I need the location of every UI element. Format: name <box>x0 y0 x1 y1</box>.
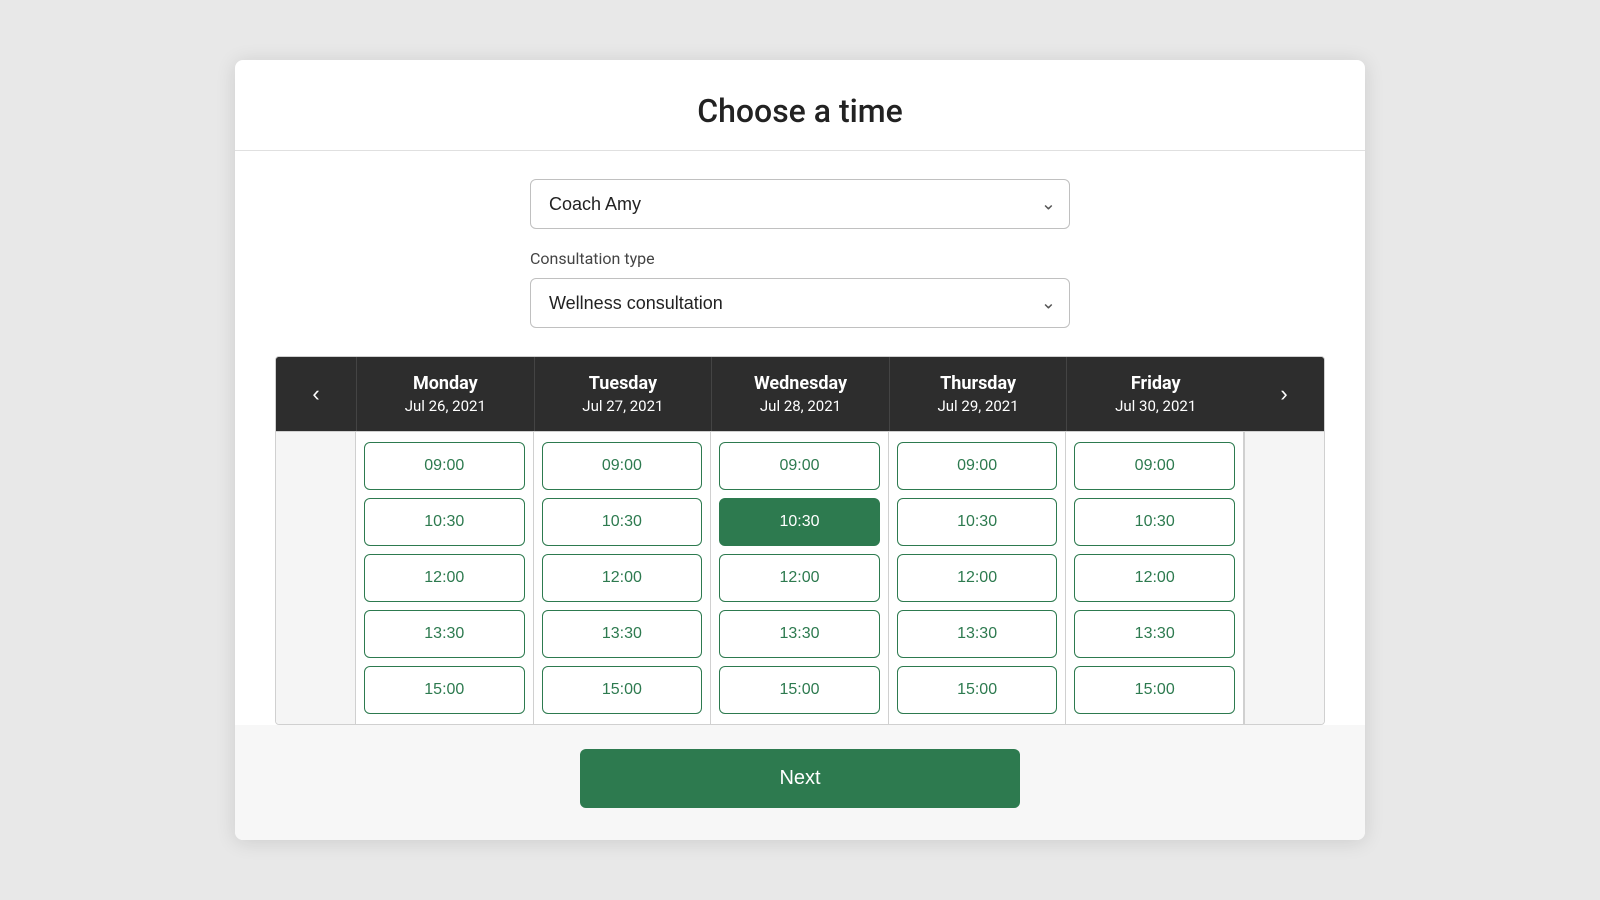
calendar-body: 09:00 10:30 12:00 13:30 15:00 09:00 10:3… <box>276 431 1324 724</box>
coach-selector-wrapper: Coach Amy Coach Bob Coach Carol ⌄ <box>275 179 1325 229</box>
calendar-wrapper: ‹ Monday Jul 26, 2021 Tuesday Jul 27, 20… <box>275 356 1325 725</box>
monday-times: 09:00 10:30 12:00 13:30 15:00 <box>356 432 534 724</box>
time-slot-tue-0900[interactable]: 09:00 <box>542 442 703 490</box>
time-slot-fri-0900[interactable]: 09:00 <box>1074 442 1235 490</box>
calendar-next-button[interactable]: › <box>1244 357 1324 431</box>
calendar-right-spacer <box>1244 432 1324 724</box>
time-slot-mon-1500[interactable]: 15:00 <box>364 666 525 714</box>
time-slot-mon-1200[interactable]: 12:00 <box>364 554 525 602</box>
calendar-day-wednesday: Wednesday Jul 28, 2021 <box>711 357 889 431</box>
page-title: Choose a time <box>275 92 1325 130</box>
time-slot-tue-1330[interactable]: 13:30 <box>542 610 703 658</box>
calendar-day-monday: Monday Jul 26, 2021 <box>356 357 534 431</box>
consultation-dropdown: Wellness consultation Nutrition consulta… <box>530 278 1070 328</box>
time-slot-mon-0900[interactable]: 09:00 <box>364 442 525 490</box>
time-slot-fri-1330[interactable]: 13:30 <box>1074 610 1235 658</box>
coach-dropdown: Coach Amy Coach Bob Coach Carol ⌄ <box>530 179 1070 229</box>
consultation-select[interactable]: Wellness consultation Nutrition consulta… <box>530 278 1070 328</box>
thursday-times: 09:00 10:30 12:00 13:30 15:00 <box>889 432 1067 724</box>
calendar-header: ‹ Monday Jul 26, 2021 Tuesday Jul 27, 20… <box>276 357 1324 431</box>
time-slot-thu-1330[interactable]: 13:30 <box>897 610 1058 658</box>
modal-body: Coach Amy Coach Bob Coach Carol ⌄ Consul… <box>235 151 1365 725</box>
time-slot-mon-1330[interactable]: 13:30 <box>364 610 525 658</box>
time-slot-wed-1500[interactable]: 15:00 <box>719 666 880 714</box>
time-slot-wed-1330[interactable]: 13:30 <box>719 610 880 658</box>
time-slot-fri-1030[interactable]: 10:30 <box>1074 498 1235 546</box>
time-slot-thu-0900[interactable]: 09:00 <box>897 442 1058 490</box>
time-slot-thu-1030[interactable]: 10:30 <box>897 498 1058 546</box>
modal-header: Choose a time <box>235 60 1365 151</box>
modal-container: Choose a time Coach Amy Coach Bob Coach … <box>235 60 1365 840</box>
consultation-type-section: Consultation type Wellness consultation … <box>275 249 1325 328</box>
time-slot-wed-1030[interactable]: 10:30 <box>719 498 880 546</box>
tuesday-times: 09:00 10:30 12:00 13:30 15:00 <box>534 432 712 724</box>
time-slot-wed-0900[interactable]: 09:00 <box>719 442 880 490</box>
time-slot-thu-1200[interactable]: 12:00 <box>897 554 1058 602</box>
consultation-type-label: Consultation type <box>530 249 655 268</box>
coach-select[interactable]: Coach Amy Coach Bob Coach Carol <box>530 179 1070 229</box>
time-slot-tue-1500[interactable]: 15:00 <box>542 666 703 714</box>
time-slot-mon-1030[interactable]: 10:30 <box>364 498 525 546</box>
time-slot-fri-1200[interactable]: 12:00 <box>1074 554 1235 602</box>
calendar-left-spacer <box>276 432 356 724</box>
calendar-day-friday: Friday Jul 30, 2021 <box>1066 357 1244 431</box>
time-slot-fri-1500[interactable]: 15:00 <box>1074 666 1235 714</box>
time-slot-tue-1030[interactable]: 10:30 <box>542 498 703 546</box>
time-slot-wed-1200[interactable]: 12:00 <box>719 554 880 602</box>
calendar-day-tuesday: Tuesday Jul 27, 2021 <box>534 357 712 431</box>
friday-times: 09:00 10:30 12:00 13:30 15:00 <box>1066 432 1244 724</box>
next-button[interactable]: Next <box>580 749 1020 808</box>
calendar-day-thursday: Thursday Jul 29, 2021 <box>889 357 1067 431</box>
modal-footer: Next <box>235 725 1365 840</box>
wednesday-times: 09:00 10:30 12:00 13:30 15:00 <box>711 432 889 724</box>
time-slot-tue-1200[interactable]: 12:00 <box>542 554 703 602</box>
calendar-prev-button[interactable]: ‹ <box>276 357 356 431</box>
time-slot-thu-1500[interactable]: 15:00 <box>897 666 1058 714</box>
